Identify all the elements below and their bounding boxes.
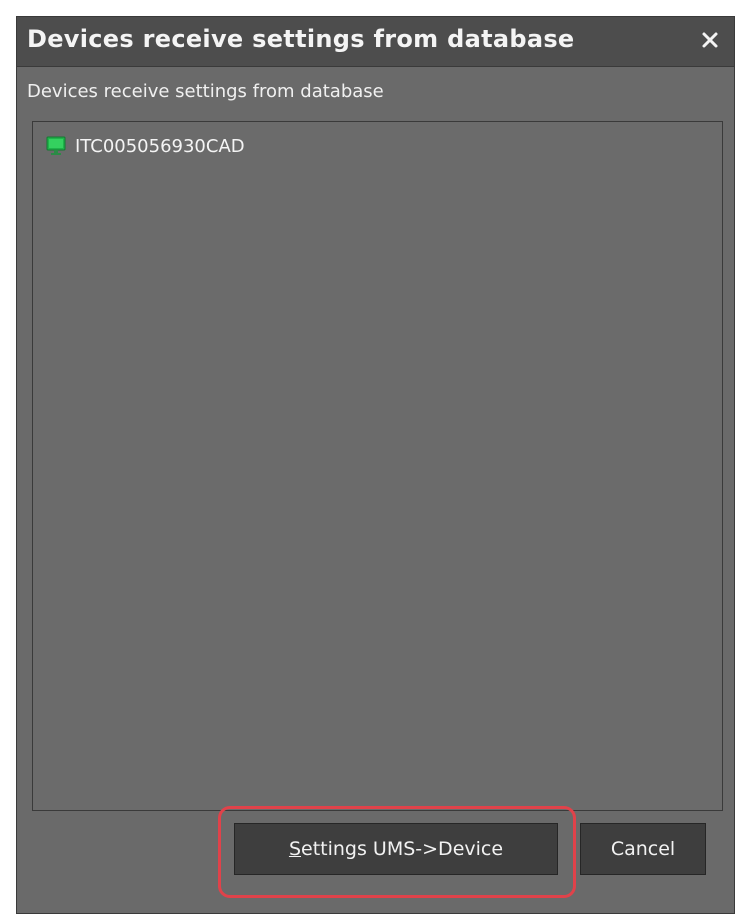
dialog-subtitle: Devices receive settings from database	[27, 81, 384, 102]
button-label: ettings UMS->Device	[301, 838, 504, 860]
device-list[interactable]: ITC005056930CAD	[32, 121, 723, 811]
dialog-window: Devices receive settings from database D…	[16, 16, 735, 914]
settings-ums-to-device-button[interactable]: Settings UMS->Device	[234, 823, 558, 875]
close-icon[interactable]	[697, 27, 723, 53]
device-list-item-label: ITC005056930CAD	[75, 135, 245, 157]
device-list-item[interactable]: ITC005056930CAD	[45, 134, 245, 158]
monitor-icon	[46, 136, 66, 155]
dialog-title: Devices receive settings from database	[27, 25, 575, 53]
button-mnemonic: S	[288, 838, 302, 860]
dialog-title-bar[interactable]: Devices receive settings from database	[17, 17, 734, 67]
cancel-button[interactable]: Cancel	[580, 823, 706, 875]
